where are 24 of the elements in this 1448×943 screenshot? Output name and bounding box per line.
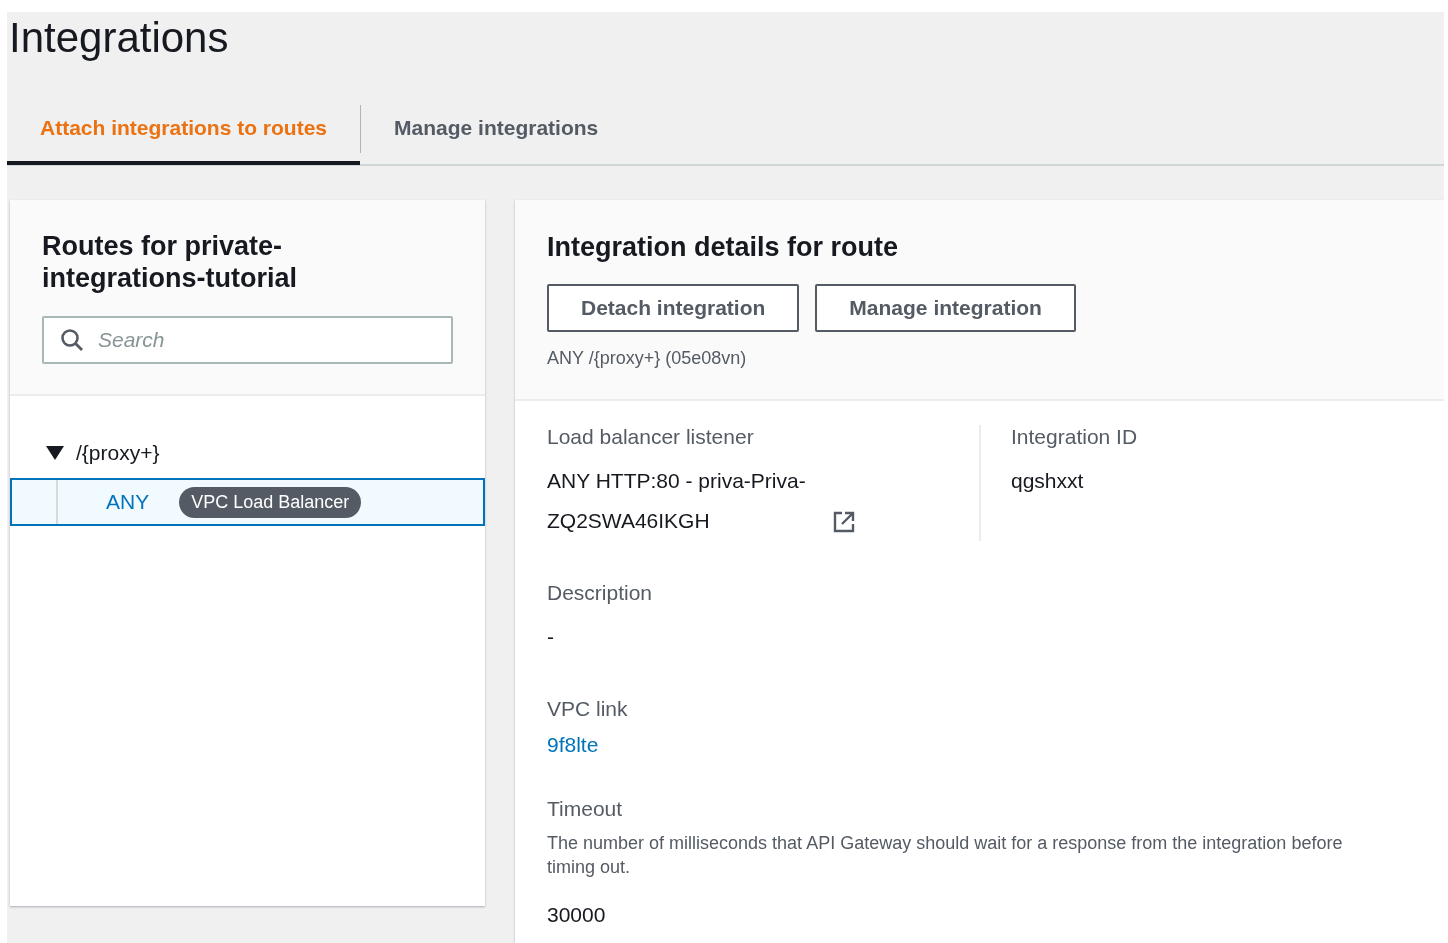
panel-title: Integration details for route <box>547 231 900 264</box>
action-button[interactable]: Detach integration <box>547 284 800 332</box>
field-label: VPC link <box>547 697 629 721</box>
route-method: ANY <box>106 490 150 514</box>
route-path[interactable]: /{proxy+} <box>76 441 160 465</box>
field-label: Load balancer listener <box>547 425 755 449</box>
field-value: qgshxxt <box>1011 468 1085 494</box>
field-label: Timeout <box>547 797 624 821</box>
search-field[interactable]: Search <box>42 316 453 364</box>
panel-title: Routes for private-integrations-tutorial <box>42 230 298 294</box>
caret-icon[interactable] <box>46 446 64 460</box>
integration-badge: VPC Load Balancer <box>179 486 362 518</box>
field-value: - <box>547 624 555 650</box>
field-label: Integration ID <box>1011 425 1139 449</box>
action-button[interactable]: Manage integration <box>815 284 1076 332</box>
route-summary: ANY /{proxy+} (05e08vn) <box>547 348 748 369</box>
value-link[interactable]: 9f8lte <box>547 733 599 756</box>
route-item[interactable]: ANY VPC Load Balancer <box>10 478 485 526</box>
tab[interactable]: Manage integrations <box>361 95 632 165</box>
external-link-icon[interactable] <box>833 511 855 533</box>
field-value: 30000 <box>547 902 607 928</box>
field-value: ANY HTTP:80 - priva-Priva-ZQ2SWA46IKGH <box>547 468 807 534</box>
field-description: The number of milliseconds that API Gateway should wait for a response from the integration before timing out. <box>547 832 1344 879</box>
field-label: Description <box>547 581 654 605</box>
